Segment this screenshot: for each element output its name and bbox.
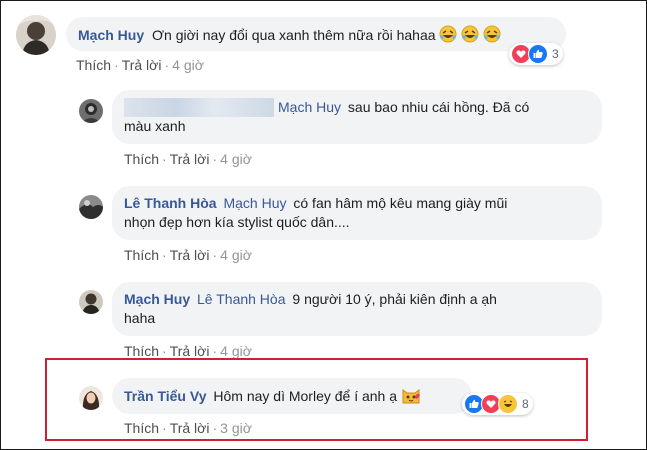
avatar[interactable] <box>16 15 56 55</box>
comment-text: Ơn giời nay đổi qua xanh thêm nữa rồi ha… <box>152 27 436 43</box>
like-reaction-icon <box>528 44 548 64</box>
timestamp[interactable]: 4 giờ <box>220 247 252 263</box>
reply-actions: Thích · Trả lời · 3 giờ <box>124 420 252 436</box>
rofl-emoji <box>483 25 501 48</box>
separator-dot: · <box>114 57 119 73</box>
reply-text-line2: nhọn đẹp hơn kía stylist quốc dân.... <box>124 214 350 230</box>
avatar[interactable] <box>79 195 103 219</box>
avatar-image <box>16 15 56 55</box>
reply-author[interactable]: Trần Tiểu Vy <box>124 388 206 404</box>
reply-link[interactable]: Trả lời <box>122 57 162 73</box>
avatar-image <box>79 195 103 219</box>
comment-bubble: Mạch Huy Ơn giời nay đổi qua xanh thêm n… <box>66 17 566 51</box>
timestamp[interactable]: 3 giờ <box>220 420 252 436</box>
separator-dot: · <box>212 420 218 436</box>
avatar-image <box>79 99 103 123</box>
reaction-count: 8 <box>522 397 529 411</box>
avatar[interactable] <box>79 99 103 123</box>
separator-dot: · <box>212 247 218 263</box>
separator-dot: · <box>164 57 170 73</box>
comment-author[interactable]: Mạch Huy <box>78 27 144 43</box>
avatar[interactable] <box>79 386 103 410</box>
timestamp[interactable]: 4 giờ <box>220 343 252 359</box>
reply-bubble: Mạch Huy Lê Thanh Hòa 9 người 10 ý, phải… <box>112 282 602 336</box>
redacted-author-name <box>124 98 274 117</box>
reply-author[interactable]: Mạch Huy <box>124 291 190 307</box>
timestamp[interactable]: 4 giờ <box>172 57 204 73</box>
reply-link[interactable]: Trả lời <box>170 151 210 167</box>
like-link[interactable]: Thích <box>76 57 111 73</box>
reply-link[interactable]: Trả lời <box>170 420 210 436</box>
reply-text: Hôm nay dì Morley để í anh ạ <box>213 388 398 404</box>
reply-author[interactable]: Lê Thanh Hòa <box>124 195 217 211</box>
avatar-image <box>79 290 103 314</box>
avatar-image <box>79 386 103 410</box>
like-link[interactable]: Thích <box>124 247 159 263</box>
reply-text-line2: màu xanh <box>124 118 186 134</box>
reaction-summary[interactable]: 8 <box>462 393 533 415</box>
reply-bubble: Trần Tiểu Vy Hôm nay dì Morley để í anh … <box>112 378 472 414</box>
separator-dot: · <box>162 420 167 436</box>
separator-dot: · <box>162 247 167 263</box>
reply-text-line1: 9 người 10 ý, phải kiên định a ạh <box>292 291 497 307</box>
separator-dot: · <box>162 343 167 359</box>
avatar[interactable] <box>79 290 103 314</box>
reply-link[interactable]: Trả lời <box>170 247 210 263</box>
rofl-emoji <box>439 25 457 48</box>
cat-emoji <box>401 386 421 409</box>
separator-dot: · <box>162 151 167 167</box>
reply-actions: Thích · Trả lời · 4 giờ <box>124 151 252 167</box>
reply-actions: Thích · Trả lời · 4 giờ <box>124 247 252 263</box>
reply-text-line1: sau bao nhiu cái hồng. Đã có <box>347 99 530 115</box>
timestamp[interactable]: 4 giờ <box>220 151 252 167</box>
reaction-summary[interactable]: 3 <box>509 43 563 65</box>
separator-dot: · <box>212 151 218 167</box>
mention-tag[interactable]: Lê Thanh Hòa <box>197 291 285 307</box>
like-link[interactable]: Thích <box>124 343 159 359</box>
reply-text-line1: có fan hâm mộ kêu mang giày mũi <box>293 195 508 211</box>
like-link[interactable]: Thích <box>124 420 159 436</box>
rofl-emoji <box>461 25 479 48</box>
reply-bubble: Mạch Huy sau bao nhiu cái hồng. Đã có mà… <box>112 90 602 144</box>
reply-text-line2: haha <box>124 310 156 326</box>
separator-dot: · <box>212 343 218 359</box>
comment-actions: Thích · Trả lời · 4 giờ <box>76 57 204 73</box>
reply-bubble: Lê Thanh Hòa Mạch Huy có fan hâm mộ kêu … <box>112 186 602 240</box>
reply-link[interactable]: Trả lời <box>170 343 210 359</box>
mention-tag[interactable]: Mạch Huy <box>223 195 286 211</box>
haha-reaction-icon <box>498 394 518 414</box>
reaction-count: 3 <box>552 47 559 61</box>
reply-actions: Thích · Trả lời · 4 giờ <box>124 343 252 359</box>
mention-tag[interactable]: Mạch Huy <box>278 99 341 115</box>
like-link[interactable]: Thích <box>124 151 159 167</box>
